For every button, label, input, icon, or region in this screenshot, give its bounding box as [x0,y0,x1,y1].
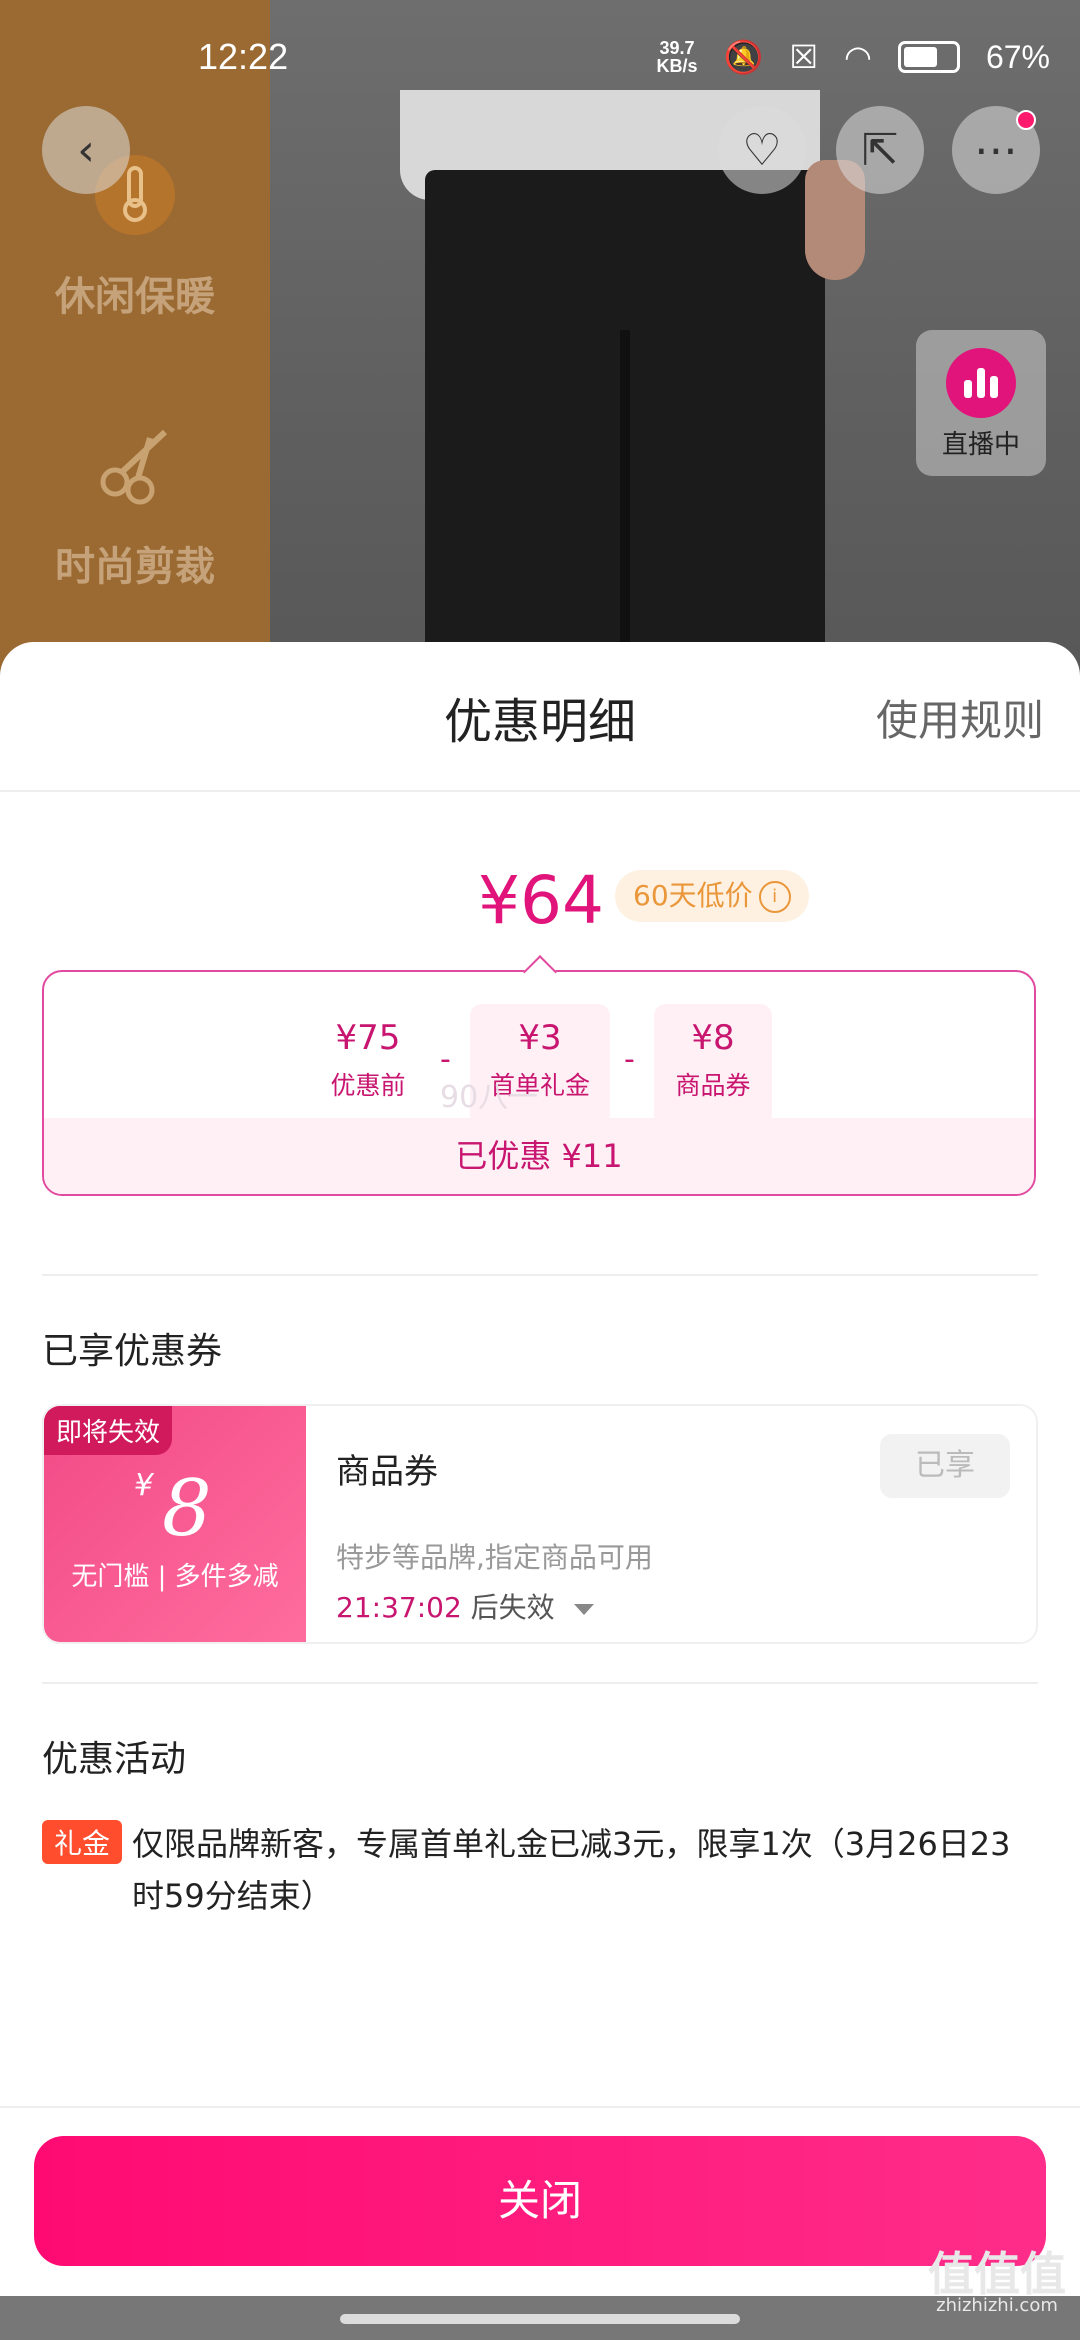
expire-suffix: 后失效 [470,1591,555,1624]
close-button[interactable]: 关闭 [34,2136,1046,2266]
divider [42,1274,1038,1276]
breakdown-label: 商品券 [675,1071,751,1100]
feature-label: 时尚剪裁 [55,544,215,590]
breakdown-value: ¥75 [335,1018,401,1058]
coupon-amount: 8 [162,1464,212,1554]
divider [0,790,1080,792]
expiring-tag: 即将失效 [44,1406,173,1455]
breakdown-value: ¥3 [518,1018,562,1058]
home-indicator[interactable] [340,2314,740,2324]
divider [0,2106,1080,2108]
status-bar: 12:22 39.7 KB/s 🔕 ☒ ◠ 67% [0,0,1080,90]
price-breakdown: ¥75 优惠前 - ¥3 首单礼金 - ¥8 商品券 已优惠 ¥11 [42,970,1036,1196]
share-icon: ⇱ [861,124,899,176]
back-button[interactable]: ‹ [42,106,130,194]
mute-icon: 🔕 [723,39,764,75]
sim-off-icon: ☒ [789,39,819,75]
feature-panel: 休闲保暖 时尚剪裁 [0,0,270,700]
scissors-icon [30,420,240,528]
wifi-icon: ◠ [844,39,872,75]
coupon-expiry[interactable]: 21:37:02 后失效 [336,1586,594,1626]
live-icon [946,348,1016,418]
final-price: ¥64 [478,862,604,939]
feature-label: 休闲保暖 [55,274,215,320]
status-icons: 39.7 KB/s 🔕 ☒ ◠ 67% [656,38,1050,76]
coupon-description: 特步等品牌,指定商品可用 [336,1541,653,1574]
more-dots-icon: ⋯ [974,124,1018,176]
feature-cut: 时尚剪裁 [30,420,240,592]
activity-item: 礼金 仅限品牌新客，专属首单礼金已减3元，限享1次（3月26日23时59分结束） [42,1818,1032,1922]
battery-percent: 67% [985,38,1050,75]
heart-plus-icon: ♡ [742,124,782,176]
coupon-condition: 无门槛 | 多件多减 [71,1562,279,1592]
battery-icon [897,41,960,73]
coupon-status-button[interactable]: 已享 [880,1434,1010,1498]
divider [42,1682,1038,1684]
activity-section-title: 优惠活动 [42,1739,187,1780]
network-speed: 39.7 KB/s [656,39,697,75]
faint-overlay-text: 90八一 [440,1080,539,1115]
gift-badge: 礼金 [42,1820,123,1864]
favorite-button[interactable]: ♡ [718,106,806,194]
coupon-value-panel: 即将失效 ¥ 8 无门槛 | 多件多减 [44,1406,306,1642]
activity-text: 仅限品牌新客，专属首单礼金已减3元，限享1次（3月26日23时59分结束） [132,1825,1011,1915]
rules-link[interactable]: 使用规则 [876,687,1044,748]
coupon-name: 商品券 [336,1452,438,1492]
discount-sheet: 优惠明细 使用规则 ¥64 60天低价 i ¥75 优惠前 - ¥3 首单礼金 -… [0,642,1080,2340]
speed-unit: KB/s [656,56,698,76]
total-saved: 已优惠 ¥11 [44,1118,1034,1194]
low-price-badge[interactable]: 60天低价 i [615,870,809,922]
share-button[interactable]: ⇱ [836,106,924,194]
coupon-currency: ¥ [134,1468,154,1503]
watermark-sub: zhizhizhi.com [936,2295,1058,2316]
back-arrow-icon: ‹ [77,124,95,176]
caret-down-icon [573,1603,594,1615]
live-button[interactable]: 直播中 [916,330,1046,476]
breakdown-value: ¥8 [691,1018,735,1058]
coupon-card[interactable]: 即将失效 ¥ 8 无门槛 | 多件多减 商品券 特步等品牌,指定商品可用 21:… [42,1404,1038,1644]
minus-sign: - [624,1042,635,1077]
live-label: 直播中 [941,430,1020,460]
low-price-text: 60天低价 [633,879,753,912]
breakdown-original: ¥75 优惠前 [298,1004,438,1126]
notification-dot [1016,110,1036,130]
breakdown-label: 优惠前 [330,1071,406,1100]
speed-value: 39.7 [659,38,695,58]
breakdown-coupon: ¥8 商品券 [654,1004,772,1126]
expire-time: 21:37:02 [336,1591,462,1624]
watermark: 值值值 zhizhizhi.com [928,2247,1066,2316]
watermark-main: 值值值 [928,2247,1066,2301]
status-time: 12:22 [198,36,289,77]
info-icon: i [758,881,791,913]
coupons-section-title: 已享优惠券 [42,1331,223,1372]
